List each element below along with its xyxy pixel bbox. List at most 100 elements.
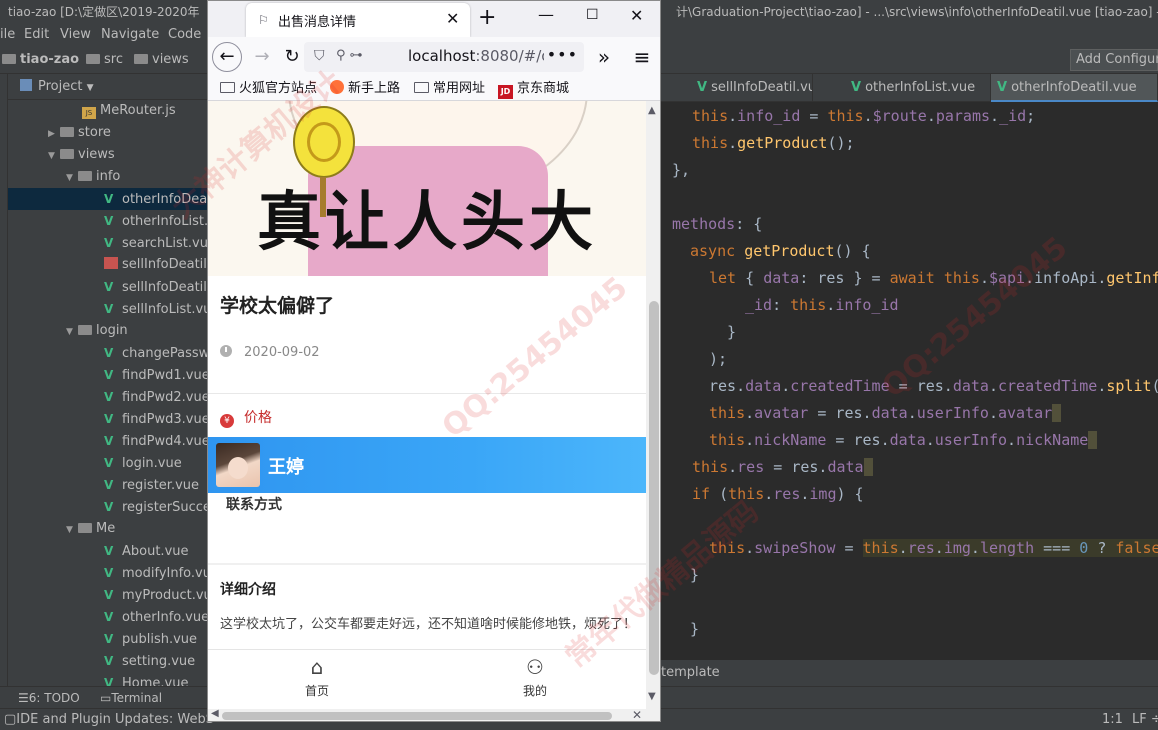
tree-item[interactable]: ▼ login (66, 320, 128, 342)
tab-otherinfolist[interactable]: VotherInfoList.vue (845, 74, 991, 102)
scroll-down-icon[interactable]: ▼ (648, 691, 656, 702)
product-image[interactable]: 真让人头大 (208, 101, 646, 276)
minimize-icon[interactable]: — (538, 5, 554, 24)
add-configuration-button[interactable]: Add Configur (1070, 49, 1158, 71)
tree-item-label: findPwd1.vue (122, 368, 208, 383)
overflow-chevrons-icon[interactable]: » (590, 43, 618, 71)
browser-tab[interactable]: ⚐ 出售消息详情 ✕ (246, 3, 470, 37)
crumb-src[interactable]: src (86, 46, 123, 74)
close-icon[interactable]: ✕ (632, 708, 642, 721)
vertical-scroll-thumb[interactable] (649, 301, 659, 675)
tree-item[interactable]: VchangePassw (104, 342, 208, 364)
todo-tool-button[interactable]: ☰ 6: TODO (18, 687, 80, 709)
caret-position[interactable]: 1:1 (1102, 709, 1123, 730)
back-arrow-icon[interactable]: ← (212, 42, 242, 72)
hamburger-menu-icon[interactable]: ≡ (628, 43, 656, 71)
folder-icon (220, 82, 235, 93)
tree-item-label: sellInfoDeatil.v (122, 280, 208, 295)
close-window-icon[interactable]: ✕ (630, 6, 643, 25)
chevron-down-icon[interactable]: ▼ (66, 519, 78, 541)
horizontal-scrollbar[interactable]: ◀ ✕ (208, 708, 660, 721)
lollipop-icon (293, 106, 355, 178)
tree-item[interactable]: VfindPwd3.vue (104, 408, 208, 430)
bookmark-firefox-official[interactable]: 火狐官方站点 (220, 80, 317, 98)
tree-item[interactable]: JS MeRouter.js (82, 100, 176, 122)
chevron-down-icon[interactable]: ▼ (66, 167, 78, 189)
terminal-tool-button[interactable]: ▭ Terminal (100, 687, 162, 709)
tree-item[interactable]: Vsetting.vue (104, 650, 195, 672)
tree-item[interactable]: Vlogin.vue (104, 452, 182, 474)
tree-item[interactable]: VfindPwd4.vue (104, 430, 208, 452)
tree-item[interactable]: VotherInfo.vue (104, 606, 208, 628)
menu-view[interactable]: View (60, 24, 91, 46)
address-bar[interactable]: ⛉ ⚲ ⊶ localhost:8080/#/o ••• (304, 42, 584, 72)
code-line: this.nickName = res.data.userInfo.nickNa… (709, 427, 1098, 454)
tree-item[interactable]: VfindPwd1.vue (104, 364, 208, 386)
tree-item-label: registerSucces (122, 500, 208, 515)
maximize-icon[interactable]: ☐ (586, 7, 599, 23)
tree-item[interactable]: V Home.vue (104, 672, 188, 686)
tab-home[interactable]: ⌂ 首页 (277, 656, 357, 699)
menu-edit[interactable]: Edit (24, 24, 49, 46)
code-editor[interactable]: VsellInfoDeatil.vue VotherInfoList.vue V… (661, 74, 1158, 686)
folder-icon (60, 127, 74, 137)
tree-item[interactable]: VfindPwd2.vue (104, 386, 208, 408)
tree-item[interactable]: V About.vue (104, 540, 189, 562)
close-tab-icon[interactable]: ✕ (446, 9, 459, 28)
tree-item-label: views (78, 147, 115, 162)
tree-item[interactable]: Vpublish.vue (104, 628, 197, 650)
vue-file-icon: V (104, 192, 114, 206)
tree-item[interactable]: VmyProduct.vu (104, 584, 208, 606)
menu-code[interactable]: Code (168, 24, 201, 46)
permissions-key-icon[interactable]: ⚲ ⊶ (336, 48, 363, 63)
tab-mine[interactable]: ⚇ 我的 (495, 656, 575, 699)
tree-item[interactable]: ▼ info (66, 166, 120, 188)
tree-item[interactable]: ▼ Me (66, 518, 115, 540)
tree-item[interactable]: ▶ store (48, 122, 111, 144)
seller-bar[interactable]: 王婷 (208, 437, 646, 493)
tree-item[interactable]: sellInfoDeatil.le (104, 254, 208, 276)
more-dots-icon[interactable]: ••• (547, 45, 578, 64)
tab-sellinfodeatil[interactable]: VsellInfoDeatil.vue (691, 74, 813, 102)
tree-item[interactable]: VsearchList.vue (104, 232, 208, 254)
tab-otherinfodeatil[interactable]: VotherInfoDeatil.vue (991, 74, 1158, 102)
bookmark-jd-mall[interactable]: JD 京东商城 (498, 80, 569, 99)
horizontal-scroll-thumb[interactable] (222, 712, 612, 720)
tree-item-label: About.vue (122, 544, 189, 559)
tree-item[interactable]: VregisterSucces (104, 496, 208, 518)
tree-item[interactable]: VotherInfoDeat (8, 188, 208, 210)
new-tab-icon[interactable]: + (478, 5, 496, 30)
forward-arrow-icon[interactable]: → (248, 43, 276, 71)
tree-item[interactable]: VotherInfoList.v (104, 210, 208, 232)
tree-item[interactable]: VsellInfoDeatil.v (104, 276, 208, 298)
chevron-down-icon[interactable]: ▼ (48, 145, 60, 167)
tree-item[interactable]: ▼ views (48, 144, 115, 166)
scroll-left-icon[interactable]: ◀ (211, 708, 219, 719)
template-crumb[interactable]: template (661, 665, 720, 680)
tree-item[interactable]: VmodifyInfo.vu (104, 562, 208, 584)
project-panel-header[interactable]: Project ▼ (8, 74, 208, 100)
bookmark-common-sites[interactable]: 常用网址 (414, 80, 485, 98)
chevron-down-icon[interactable]: ▼ (66, 321, 78, 343)
status-message: ▢ IDE and Plugin Updates: WebS (4, 712, 214, 727)
vue-file-icon: V (104, 302, 114, 316)
crumb-project[interactable]: tiao-zao (2, 46, 79, 74)
bookmark-getting-started[interactable]: 新手上路 (330, 80, 400, 98)
crumb-views[interactable]: views (134, 46, 189, 74)
chevron-right-icon[interactable]: ▶ (48, 123, 60, 145)
menu-file[interactable]: ile (0, 24, 15, 46)
line-separator[interactable]: LF ÷ (1132, 709, 1158, 730)
reload-icon[interactable]: ↻ (278, 43, 306, 71)
seller-avatar[interactable] (216, 443, 260, 487)
scroll-up-icon[interactable]: ▲ (648, 105, 656, 116)
menu-navigate[interactable]: Navigate (101, 24, 159, 46)
tree-item[interactable]: Vregister.vue (104, 474, 199, 496)
tree-item-label: login.vue (122, 456, 182, 471)
url-text[interactable]: localhost:8080/#/o (408, 47, 544, 65)
tree-item[interactable]: VsellInfoList.vue (104, 298, 208, 320)
tree-item-label: sellInfoList.vue (122, 302, 208, 317)
tree-item-label: otherInfoList.v (122, 214, 208, 229)
vue-file-icon: V (104, 610, 114, 624)
shield-icon[interactable]: ⛉ (314, 48, 325, 64)
js-file-icon: JS (82, 107, 96, 119)
